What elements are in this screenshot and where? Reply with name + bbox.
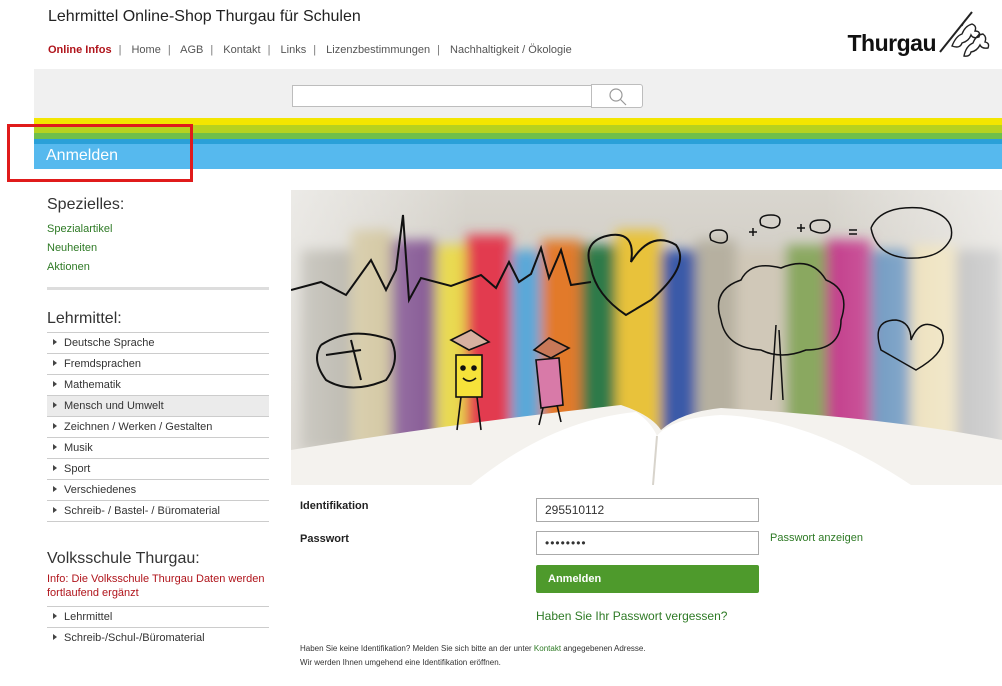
triangle-right-icon (53, 634, 57, 640)
brand-text: Thurgau (847, 30, 937, 56)
highlight-box (7, 124, 193, 182)
forgot-password-link[interactable]: Haben Sie Ihr Passwort vergessen? (536, 609, 727, 623)
site-title: Lehrmittel Online-Shop Thurgau für Schul… (48, 8, 361, 25)
cat-schreib-bastel[interactable]: Schreib- / Bastel- / Büromaterial (47, 501, 269, 522)
triangle-right-icon (53, 381, 57, 387)
sidebar: Spezielles: Spezialartikel Neuheiten Akt… (47, 196, 269, 649)
cat-mensch-und-umwelt[interactable]: Mensch und Umwelt (47, 396, 269, 417)
nav-online-infos[interactable]: Online Infos (48, 44, 112, 56)
password-label: Passwort (300, 533, 349, 545)
triangle-right-icon (53, 486, 57, 492)
top-navigation: Online Infos | Home | AGB | Kontakt | Links |… (48, 44, 572, 56)
lehrmittel-title: Lehrmittel: (47, 310, 122, 327)
nav-home[interactable]: Home (131, 44, 160, 56)
search-icon (609, 88, 627, 106)
nav-kontakt[interactable]: Kontakt (223, 44, 260, 56)
password-input[interactable] (536, 531, 759, 555)
thurgau-lions-logo (939, 11, 990, 57)
link-neuheiten[interactable]: Neuheiten (47, 239, 269, 258)
triangle-right-icon (53, 444, 57, 450)
hero-banner (291, 190, 1002, 485)
volksschule-list: Lehrmittel Schreib-/Schul-/Büromaterial (47, 606, 269, 649)
nav-links[interactable]: Links (281, 44, 307, 56)
volksschule-info: Info: Die Volksschule Thurgau Daten werd… (47, 573, 265, 599)
nav-nachhaltigkeit[interactable]: Nachhaltigkeit / Ökologie (450, 44, 572, 56)
vs-schreib-schul[interactable]: Schreib-/Schul-/Büromaterial (47, 628, 269, 649)
cat-zeichnen-werken[interactable]: Zeichnen / Werken / Gestalten (47, 417, 269, 438)
cat-verschiedenes[interactable]: Verschiedenes (47, 480, 269, 501)
id-label: Identifikation (300, 500, 369, 512)
cat-sport[interactable]: Sport (47, 459, 269, 480)
search-input[interactable] (292, 85, 592, 107)
vs-lehrmittel[interactable]: Lehrmittel (47, 607, 269, 628)
triangle-right-icon (53, 507, 57, 513)
special-links: Spezialartikel Neuheiten Aktionen (47, 220, 269, 277)
brand-logo[interactable]: Thurgau (834, 8, 994, 60)
triangle-right-icon (53, 613, 57, 619)
triangle-right-icon (53, 423, 57, 429)
registration-note: Haben Sie keine Identifikation? Melden S… (300, 644, 646, 667)
cat-mathematik[interactable]: Mathematik (47, 375, 269, 396)
triangle-right-icon (53, 360, 57, 366)
id-input[interactable] (536, 498, 759, 522)
hero-illustration (291, 190, 1002, 485)
contact-link[interactable]: Kontakt (534, 644, 561, 653)
lehrmittel-list: Deutsche Sprache Fremdsprachen Mathemati… (47, 332, 269, 522)
search-band (34, 69, 1002, 118)
special-title: Spezielles: (47, 196, 125, 213)
nav-lizenzbestimmungen[interactable]: Lizenzbestimmungen (326, 44, 430, 56)
triangle-right-icon (53, 465, 57, 471)
cat-fremdsprachen[interactable]: Fremdsprachen (47, 354, 269, 375)
triangle-right-icon (53, 339, 57, 345)
login-form: Identifikation Passwort Passwort anzeige… (291, 490, 1002, 686)
volksschule-title: Volksschule Thurgau: (47, 550, 200, 567)
link-spezialartikel[interactable]: Spezialartikel (47, 220, 269, 239)
link-aktionen[interactable]: Aktionen (47, 258, 269, 277)
divider (47, 287, 269, 290)
search-button[interactable] (591, 84, 643, 108)
cat-musik[interactable]: Musik (47, 438, 269, 459)
show-password-link[interactable]: Passwort anzeigen (770, 532, 863, 544)
triangle-right-icon (53, 402, 57, 408)
login-button[interactable]: Anmelden (536, 565, 759, 593)
cat-deutsche-sprache[interactable]: Deutsche Sprache (47, 333, 269, 354)
nav-agb[interactable]: AGB (180, 44, 203, 56)
